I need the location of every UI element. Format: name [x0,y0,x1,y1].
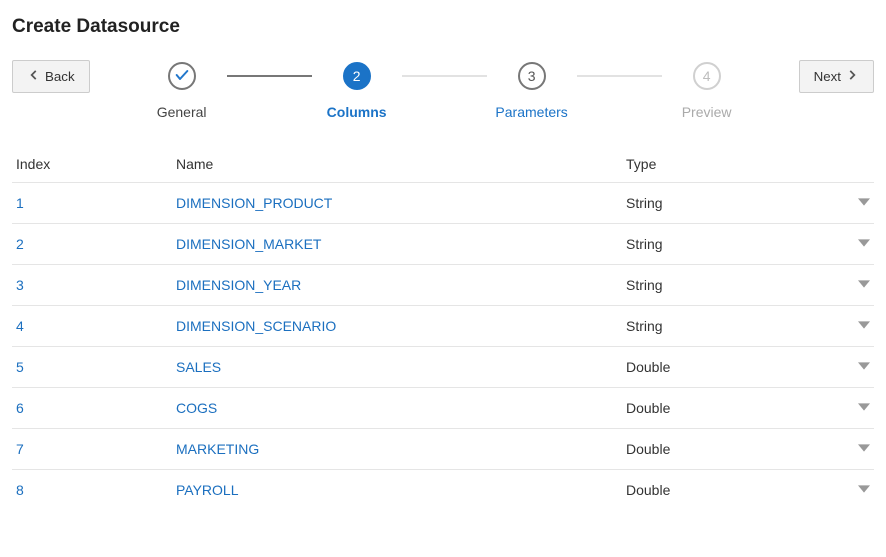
row-menu-icon[interactable] [858,236,870,252]
step-connector [227,75,312,77]
row-menu-icon[interactable] [858,195,870,211]
table-row[interactable]: 2DIMENSION_MARKETString [12,223,874,264]
row-menu-icon[interactable] [858,400,870,416]
cell-type: Double [626,400,846,416]
wizard-top-row: Back General 2 Columns 3 Parameters [0,48,886,120]
cell-name[interactable]: DIMENSION_SCENARIO [176,318,626,334]
cell-name[interactable]: DIMENSION_MARKET [176,236,626,252]
step-connector [402,75,487,77]
next-button-label: Next [814,69,841,84]
cell-name[interactable]: DIMENSION_YEAR [176,277,626,293]
cell-type: Double [626,482,846,498]
row-menu-icon[interactable] [858,482,870,498]
cell-index: 2 [16,236,176,252]
cell-index: 5 [16,359,176,375]
table-row[interactable]: 1DIMENSION_PRODUCTString [12,182,874,223]
cell-type: Double [626,441,846,457]
cell-index: 8 [16,482,176,498]
step-label: General [157,104,207,120]
cell-type: String [626,318,846,334]
cell-name[interactable]: COGS [176,400,626,416]
cell-type: String [626,277,846,293]
header-index: Index [16,156,176,172]
table-row[interactable]: 7MARKETINGDouble [12,428,874,469]
cell-name[interactable]: PAYROLL [176,482,626,498]
row-menu-icon[interactable] [858,441,870,457]
table-row[interactable]: 4DIMENSION_SCENARIOString [12,305,874,346]
cell-name[interactable]: SALES [176,359,626,375]
step-label: Columns [327,104,387,120]
cell-type: Double [626,359,846,375]
header-name: Name [176,156,626,172]
columns-table: Index Name Type 1DIMENSION_PRODUCTString… [0,148,886,520]
step-columns[interactable]: 2 Columns [312,62,402,120]
step-label: Preview [682,104,732,120]
step-number: 2 [353,68,361,84]
table-scroll-area[interactable]: Index Name Type 1DIMENSION_PRODUCTString… [0,148,886,520]
cell-type: String [626,236,846,252]
cell-type: String [626,195,846,211]
header-type: Type [626,156,846,172]
cell-index: 1 [16,195,176,211]
row-menu-icon[interactable] [858,359,870,375]
check-icon [174,67,190,86]
step-number: 3 [528,68,536,84]
cell-index: 4 [16,318,176,334]
table-header-row: Index Name Type [12,148,874,182]
table-row[interactable]: 3DIMENSION_YEARString [12,264,874,305]
cell-name[interactable]: MARKETING [176,441,626,457]
cell-index: 7 [16,441,176,457]
page-title: Create Datasource [0,0,886,48]
chevron-left-icon [27,68,41,85]
chevron-right-icon [845,68,859,85]
step-parameters[interactable]: 3 Parameters [487,62,577,120]
row-menu-icon[interactable] [858,318,870,334]
next-button[interactable]: Next [799,60,874,93]
table-row[interactable]: 6COGSDouble [12,387,874,428]
wizard-stepper: General 2 Columns 3 Parameters 4 Preview [137,62,752,120]
back-button[interactable]: Back [12,60,90,93]
step-connector [577,75,662,77]
table-row[interactable]: 8PAYROLLDouble [12,469,874,510]
back-button-label: Back [45,69,75,84]
cell-index: 3 [16,277,176,293]
step-number: 4 [703,68,711,84]
step-label: Parameters [495,104,567,120]
row-menu-icon[interactable] [858,277,870,293]
step-preview: 4 Preview [662,62,752,120]
table-row[interactable]: 5SALESDouble [12,346,874,387]
cell-index: 6 [16,400,176,416]
cell-name[interactable]: DIMENSION_PRODUCT [176,195,626,211]
step-general[interactable]: General [137,62,227,120]
